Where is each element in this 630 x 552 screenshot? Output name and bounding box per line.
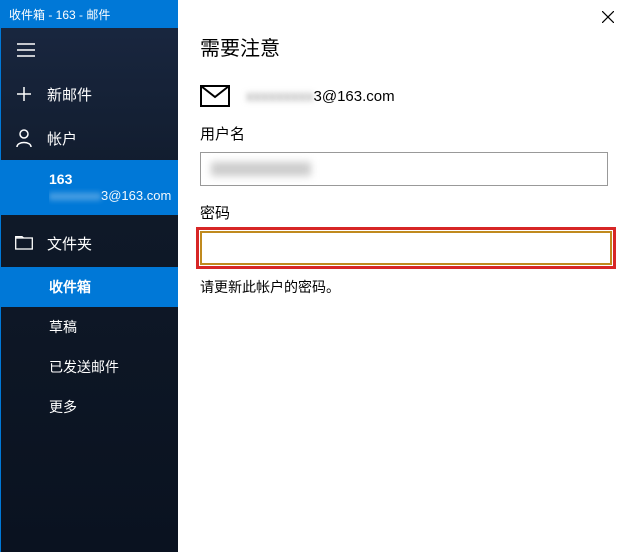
mail-icon <box>200 85 230 107</box>
app-root: 收件箱 - 163 - 邮件 新邮件 帐户 163 xxxxxxxx3@163.… <box>0 0 630 552</box>
username-input[interactable] <box>200 152 608 186</box>
folder-icon <box>15 236 33 250</box>
folder-label: 草稿 <box>49 317 77 337</box>
close-button[interactable] <box>596 6 620 30</box>
folders-button[interactable]: 文件夹 <box>1 221 178 265</box>
account-email: xxxxxxxx3@163.com <box>49 188 178 205</box>
folder-list: 收件箱 草稿 已发送邮件 更多 <box>1 267 178 427</box>
password-label: 密码 <box>200 202 612 223</box>
password-input[interactable] <box>200 231 612 265</box>
hamburger-button[interactable] <box>1 28 178 72</box>
hamburger-icon <box>17 43 35 57</box>
folder-sent[interactable]: 已发送邮件 <box>1 347 178 387</box>
window-titlebar: 收件箱 - 163 - 邮件 <box>1 0 178 28</box>
accounts-button[interactable]: 帐户 <box>1 116 178 160</box>
username-label: 用户名 <box>200 123 612 144</box>
folder-inbox[interactable]: 收件箱 <box>1 267 178 307</box>
folder-label: 更多 <box>49 397 77 417</box>
window-title: 收件箱 - 163 - 邮件 <box>9 6 110 23</box>
account-item-163[interactable]: 163 xxxxxxxx3@163.com <box>1 160 178 215</box>
close-icon <box>602 10 614 26</box>
new-mail-button[interactable]: 新邮件 <box>1 72 178 116</box>
account-email-text: xxxxxxxxx3@163.com <box>246 88 395 105</box>
password-field-wrap <box>200 231 612 265</box>
folder-more[interactable]: 更多 <box>1 387 178 427</box>
dialog-heading: 需要注意 <box>200 32 612 61</box>
username-value <box>211 162 311 176</box>
plus-icon <box>15 86 33 102</box>
account-name: 163 <box>49 170 178 188</box>
help-text: 请更新此帐户的密码。 <box>200 277 612 297</box>
new-mail-label: 新邮件 <box>47 84 92 105</box>
folder-label: 收件箱 <box>49 277 91 297</box>
folders-label: 文件夹 <box>47 233 92 254</box>
folder-label: 已发送邮件 <box>49 357 119 377</box>
folder-drafts[interactable]: 草稿 <box>1 307 178 347</box>
sidebar: 收件箱 - 163 - 邮件 新邮件 帐户 163 xxxxxxxx3@163.… <box>0 0 178 552</box>
account-email-row: xxxxxxxxx3@163.com <box>200 85 612 107</box>
attention-dialog: 需要注意 xxxxxxxxx3@163.com 用户名 密码 请更新此帐户的密码… <box>178 0 630 552</box>
accounts-label: 帐户 <box>47 128 77 149</box>
person-icon <box>15 129 33 147</box>
